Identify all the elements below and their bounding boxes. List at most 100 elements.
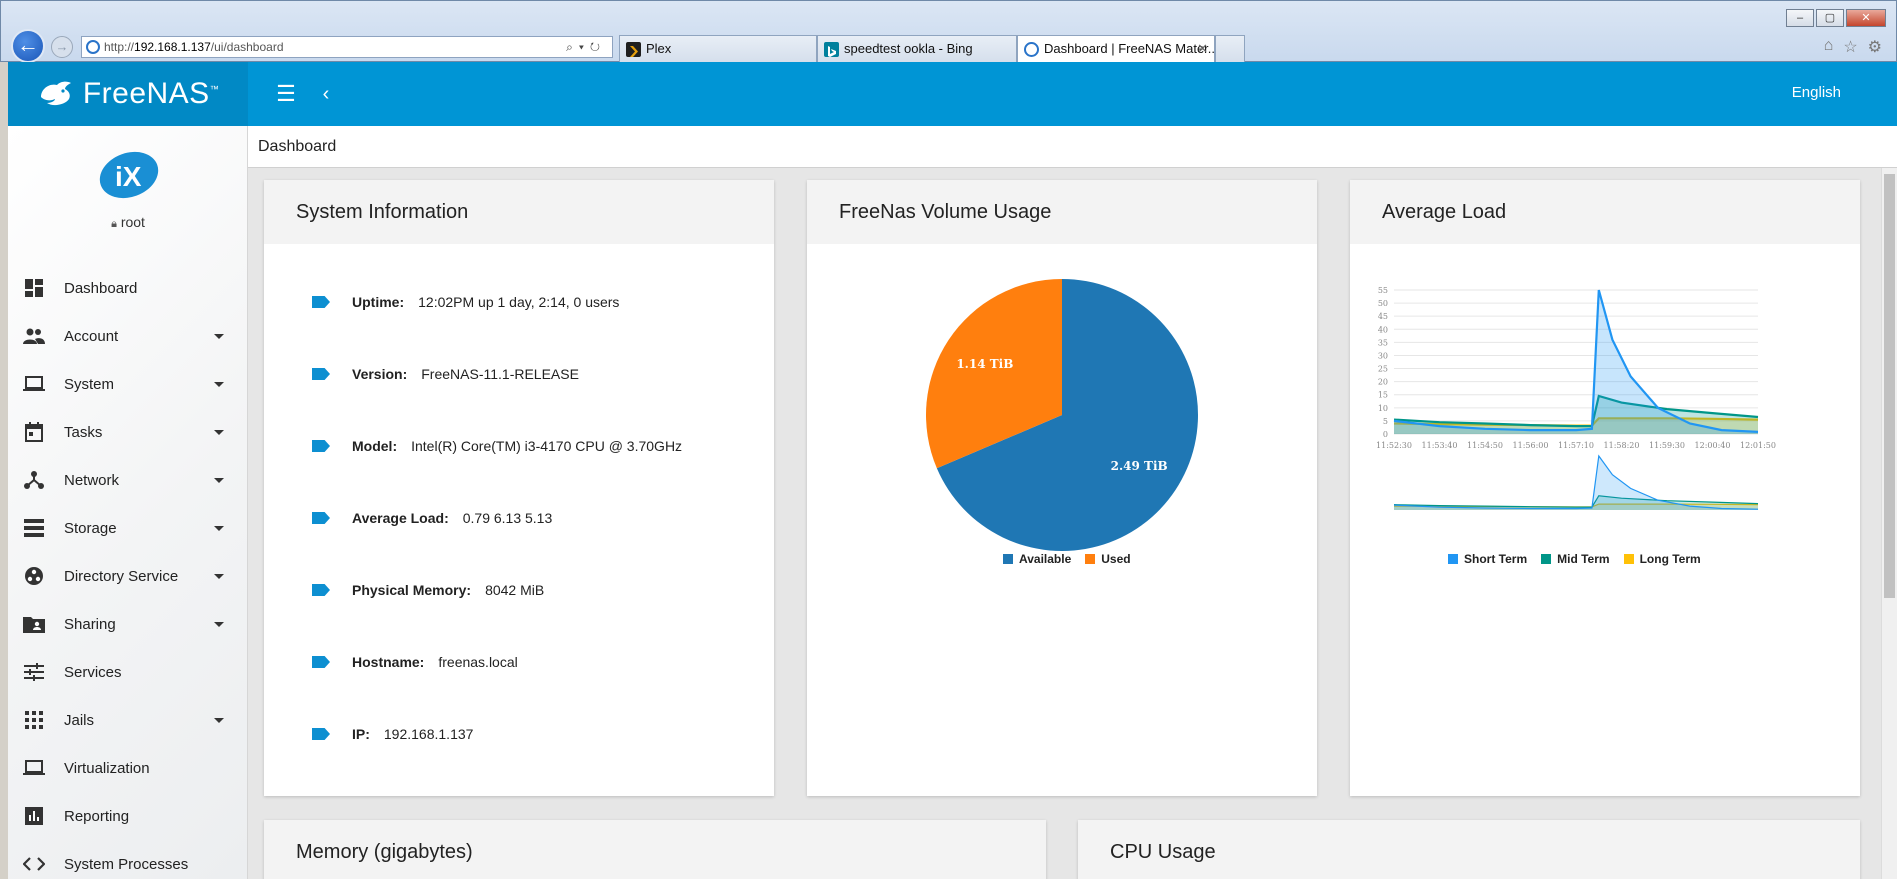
sidebar-item-system[interactable]: System: [8, 360, 248, 408]
tab-dashboard[interactable]: Dashboard | FreeNAS Mater... ✕: [1017, 35, 1215, 62]
pie-value-label: 1.14 TiB: [956, 357, 1013, 371]
ie-page-icon: [86, 40, 100, 54]
address-tools-icon[interactable]: ⌕▾↻: [566, 37, 606, 57]
sidebar-item-network[interactable]: Network: [8, 456, 248, 504]
sidebar-item-system-processes[interactable]: System Processes: [8, 840, 248, 879]
expand-caret-icon[interactable]: [214, 333, 224, 339]
tab-label: speedtest ookla - Bing: [844, 41, 973, 56]
close-window-button[interactable]: ✕: [1846, 9, 1886, 27]
breadcrumb-bar: Dashboard: [248, 126, 1897, 168]
freenas-logo-icon: [40, 81, 71, 106]
sidebar-item-label: Storage: [64, 519, 117, 537]
sidebar-item-tasks[interactable]: Tasks: [8, 408, 248, 456]
legend-item-short-term[interactable]: Short Term: [1448, 552, 1527, 566]
expand-caret-icon[interactable]: [214, 621, 224, 627]
url-prefix: http://: [104, 40, 135, 54]
legend-swatch: [1448, 554, 1458, 564]
label-tag-icon: [312, 440, 330, 452]
expand-caret-icon[interactable]: [214, 477, 224, 483]
home-icon[interactable]: ⌂: [1824, 37, 1834, 57]
x-tick-label: 11:54:50: [1467, 441, 1503, 450]
sidebar-item-label: Sharing: [64, 615, 116, 633]
directory-icon: [22, 564, 46, 588]
card-title: System Information: [296, 201, 469, 223]
browser-toolbar-icons: ⌂ ☆ ⚙: [1824, 37, 1882, 57]
sidebar-item-services[interactable]: Services: [8, 648, 248, 696]
plex-icon: [626, 42, 641, 57]
calendar-icon: [22, 420, 46, 444]
legend-item-used[interactable]: Used: [1085, 552, 1131, 566]
sidebar-item-jails[interactable]: Jails: [8, 696, 248, 744]
tab-bing[interactable]: speedtest ookla - Bing: [817, 35, 1017, 62]
x-tick-label: 11:57:10: [1558, 441, 1594, 450]
tab-label: Plex: [646, 41, 672, 56]
sidebar: iX 🔒︎ root Dashboard Account System Tasks Ne…: [8, 126, 248, 879]
url-host: 192.168.1.137: [134, 40, 211, 54]
average-load-chart: 0 5 10 15 20 25 30 35 40 45 50 55 11:52:30 11:53:40 11…: [1376, 286, 1776, 510]
label-tag-icon: [312, 368, 330, 380]
series-line-short-term[interactable]: [1393, 289, 1759, 433]
y-tick-label: 20: [1378, 378, 1388, 387]
sidebar-item-dashboard[interactable]: Dashboard: [8, 264, 248, 312]
user-label: 🔒︎ root: [111, 214, 145, 230]
card-header: Average Load: [1350, 180, 1860, 244]
insert-chart-icon: [22, 804, 46, 828]
y-tick-label: 30: [1378, 351, 1388, 360]
card-title: Average Load: [1382, 201, 1507, 223]
y-tick-label: 0: [1383, 430, 1388, 439]
cpu-card: CPU Usage: [1078, 820, 1860, 879]
expand-caret-icon[interactable]: [214, 573, 224, 579]
sidebar-item-label: System: [64, 375, 115, 393]
expand-caret-icon[interactable]: [214, 525, 224, 531]
minimize-button[interactable]: –: [1786, 9, 1814, 27]
sidebar-item-directory-service[interactable]: Directory Service: [8, 552, 248, 600]
info-key: Average Load:: [352, 510, 449, 526]
pie-legend: Available Used: [1003, 552, 1145, 566]
collapse-sidebar-button[interactable]: ‹: [314, 80, 338, 108]
expand-caret-icon[interactable]: [214, 717, 224, 723]
card-header: CPU Usage: [1078, 820, 1860, 879]
scrollbar-thumb[interactable]: [1884, 174, 1895, 598]
card-header: Memory (gigabytes): [264, 820, 1046, 879]
dashboard-content: System Information Uptime: 12:02PM up 1 d…: [248, 168, 1897, 879]
new-tab-button[interactable]: [1215, 35, 1245, 62]
legend-item-long-term[interactable]: Long Term: [1623, 552, 1701, 566]
sidebar-item-account[interactable]: Account: [8, 312, 248, 360]
info-key: Hostname:: [352, 654, 425, 670]
back-button[interactable]: ←: [11, 29, 45, 63]
x-tick-label: 11:53:40: [1422, 441, 1458, 450]
favorites-star-icon[interactable]: ☆: [1843, 37, 1857, 57]
scrollbar[interactable]: [1881, 168, 1897, 879]
storage-icon: [22, 516, 46, 540]
menu-toggle-button[interactable]: ☰: [272, 80, 300, 108]
card-title: Memory (gigabytes): [296, 841, 473, 863]
x-tick-label: 11:56:00: [1513, 441, 1549, 450]
svg-text:iX: iX: [115, 161, 142, 192]
lock-icon: 🔒︎: [111, 218, 117, 230]
settings-gear-icon[interactable]: ⚙: [1868, 37, 1882, 57]
apps-icon: [22, 708, 46, 732]
legend-item-mid-term[interactable]: Mid Term: [1541, 552, 1610, 566]
window-controls: – ▢ ✕: [1786, 9, 1886, 27]
legend-swatch: [1085, 554, 1096, 564]
sidebar-item-label: Directory Service: [64, 567, 179, 585]
dashboard-icon: [22, 276, 46, 300]
forward-button[interactable]: →: [51, 36, 73, 58]
sidebar-item-virtualization[interactable]: Virtualization: [8, 744, 248, 792]
sidebar-item-reporting[interactable]: Reporting: [8, 792, 248, 840]
maximize-button[interactable]: ▢: [1816, 9, 1844, 27]
tab-plex[interactable]: Plex: [619, 35, 817, 62]
card-title: CPU Usage: [1110, 841, 1216, 863]
tab-close-icon[interactable]: ✕: [1197, 36, 1208, 62]
info-row: Model: Intel(R) Core(TM) i3-4170 CPU @ 3.…: [312, 434, 682, 458]
expand-caret-icon[interactable]: [214, 429, 224, 435]
sidebar-item-storage[interactable]: Storage: [8, 504, 248, 552]
address-bar[interactable]: http://192.168.1.137/ui/dashboard ⌕▾↻: [81, 36, 613, 58]
sidebar-item-sharing[interactable]: Sharing: [8, 600, 248, 648]
language-selector[interactable]: English: [1792, 84, 1841, 101]
brand[interactable]: FreeNAS™: [8, 62, 248, 126]
info-row: Uptime: 12:02PM up 1 day, 2:14, 0 users: [312, 290, 619, 314]
expand-caret-icon[interactable]: [214, 381, 224, 387]
system-info-card: System Information Uptime: 12:02PM up 1 d…: [264, 180, 774, 796]
legend-item-available[interactable]: Available: [1003, 552, 1071, 566]
